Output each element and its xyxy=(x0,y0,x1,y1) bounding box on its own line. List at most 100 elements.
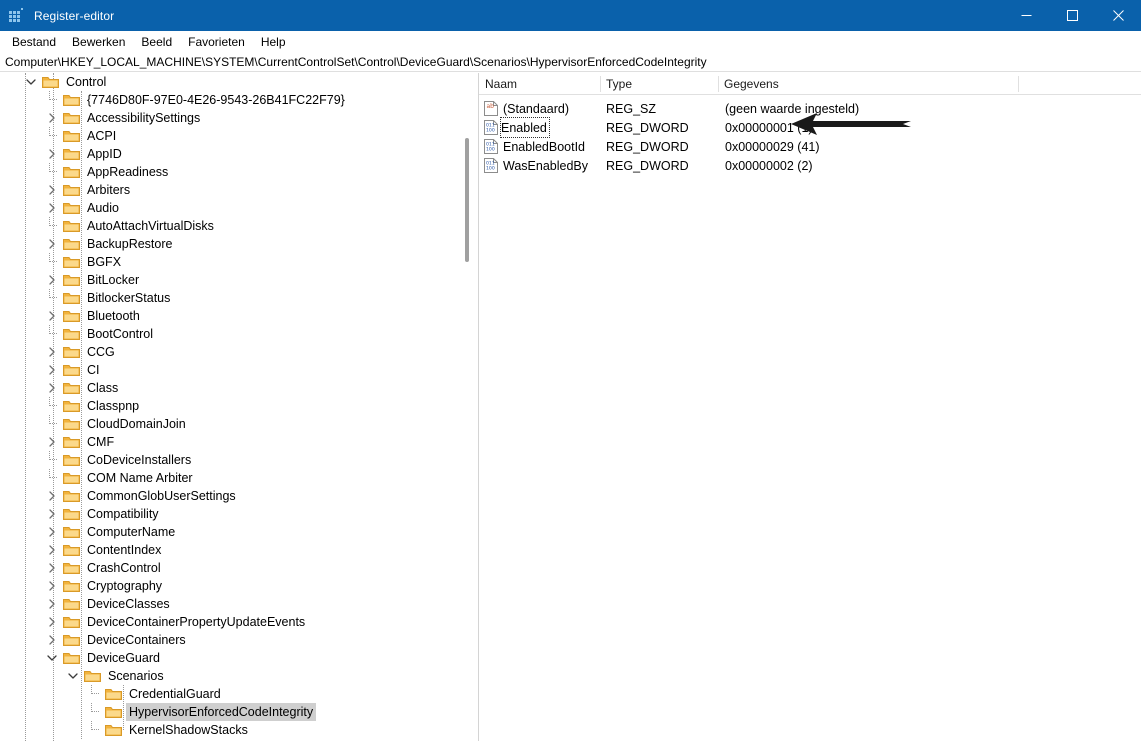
tree-item[interactable]: COM Name Arbiter xyxy=(0,469,455,487)
tree-item[interactable]: BootControl xyxy=(0,325,455,343)
tree-item-label: BGFX xyxy=(87,255,122,269)
tree-item[interactable]: AccessibilitySettings xyxy=(0,109,455,127)
tree-connector xyxy=(49,289,57,298)
tree-item[interactable]: DeviceGuard xyxy=(0,649,455,667)
column-type[interactable]: Type xyxy=(600,73,718,95)
tree-item[interactable]: DeviceClasses xyxy=(0,595,455,613)
tree-item[interactable]: KernelShadowStacks xyxy=(0,721,455,739)
folder-icon xyxy=(63,453,80,467)
column-gegevens[interactable]: Gegevens xyxy=(718,73,1018,95)
tree-item[interactable]: Class xyxy=(0,379,455,397)
tree-item[interactable]: ComputerName xyxy=(0,523,455,541)
tree-item[interactable]: DeviceContainerPropertyUpdateEvents xyxy=(0,613,455,631)
chevron-right-icon[interactable] xyxy=(44,199,60,217)
tree-item[interactable]: ContentIndex xyxy=(0,541,455,559)
value-data: (geen waarde ingesteld) xyxy=(725,101,860,116)
tree-item[interactable]: ACPI xyxy=(0,127,455,145)
menu-bestand[interactable]: Bestand xyxy=(4,33,64,51)
tree-item[interactable]: CMF xyxy=(0,433,455,451)
chevron-right-icon[interactable] xyxy=(44,541,60,559)
menu-favorieten[interactable]: Favorieten xyxy=(180,33,253,51)
tree-item-label: DeviceClasses xyxy=(87,597,170,611)
folder-icon xyxy=(63,273,80,287)
value-row[interactable]: ab (Standaard) REG_SZ (geen waarde ingestel… xyxy=(479,99,1141,118)
tree-item[interactable]: CI xyxy=(0,361,455,379)
chevron-right-icon[interactable] xyxy=(44,631,60,649)
chevron-right-icon[interactable] xyxy=(44,613,60,631)
tree-item[interactable]: Arbiters xyxy=(0,181,455,199)
tree-item[interactable]: Bluetooth xyxy=(0,307,455,325)
registry-tree-pane[interactable]: Control {7746D80F-97E0-4E26-9543-26B41FC2… xyxy=(0,73,455,741)
tree-item[interactable]: AutoAttachVirtualDisks xyxy=(0,217,455,235)
chevron-right-icon[interactable] xyxy=(44,505,60,523)
maximize-button[interactable] xyxy=(1049,0,1095,31)
chevron-right-icon[interactable] xyxy=(44,559,60,577)
close-button[interactable] xyxy=(1095,0,1141,31)
menu-bewerken[interactable]: Bewerken xyxy=(64,33,133,51)
chevron-right-icon[interactable] xyxy=(44,361,60,379)
tree-item-label: CoDeviceInstallers xyxy=(87,453,192,467)
registry-values-pane[interactable]: Naam Type Gegevens ab (Standaard) REG_SZ (g… xyxy=(479,73,1141,741)
tree-item[interactable]: CloudDomainJoin xyxy=(0,415,455,433)
chevron-right-icon[interactable] xyxy=(44,145,60,163)
menu-beeld[interactable]: Beeld xyxy=(133,33,180,51)
chevron-right-icon[interactable] xyxy=(44,595,60,613)
chevron-right-icon[interactable] xyxy=(44,523,60,541)
value-row[interactable]: 011 100 EnabledBootId REG_DWORD 0x00000029 (… xyxy=(479,137,1141,156)
value-row[interactable]: 011 100 Enabled REG_DWORD 0x00000001 (1) xyxy=(479,117,1141,138)
chevron-down-icon[interactable] xyxy=(65,667,81,685)
minimize-button[interactable] xyxy=(1003,0,1049,31)
tree-item[interactable]: {7746D80F-97E0-4E26-9543-26B41FC22F79} xyxy=(0,91,455,109)
tree-item[interactable]: CommonGlobUserSettings xyxy=(0,487,455,505)
svg-text:ab: ab xyxy=(487,103,495,110)
chevron-right-icon[interactable] xyxy=(44,235,60,253)
tree-item[interactable]: BitlockerStatus xyxy=(0,289,455,307)
tree-item[interactable]: AppID xyxy=(0,145,455,163)
chevron-right-icon[interactable] xyxy=(44,181,60,199)
tree-item[interactable]: AppReadiness xyxy=(0,163,455,181)
chevron-right-icon[interactable] xyxy=(44,343,60,361)
tree-item[interactable]: CredentialGuard xyxy=(0,685,455,703)
chevron-right-icon[interactable] xyxy=(44,487,60,505)
tree-item[interactable]: Audio xyxy=(0,199,455,217)
tree-item[interactable]: DeviceContainers xyxy=(0,631,455,649)
tree-item-label: KernelShadowStacks xyxy=(129,723,248,737)
chevron-down-icon[interactable] xyxy=(23,73,39,91)
value-row[interactable]: 011 100 WasEnabledBy REG_DWORD 0x00000002 (2… xyxy=(479,156,1141,175)
chevron-right-icon[interactable] xyxy=(44,109,60,127)
tree-item[interactable]: CrashControl xyxy=(0,559,455,577)
address-bar[interactable]: Computer\HKEY_LOCAL_MACHINE\SYSTEM\Curre… xyxy=(0,52,1141,72)
tree-item[interactable]: Compatibility xyxy=(0,505,455,523)
tree-scrollbar[interactable] xyxy=(459,73,475,741)
tree-item-selected[interactable]: HypervisorEnforcedCodeIntegrity xyxy=(0,703,455,721)
column-naam[interactable]: Naam xyxy=(479,73,600,95)
chevron-right-icon[interactable] xyxy=(44,433,60,451)
folder-icon xyxy=(63,399,80,413)
folder-icon xyxy=(63,597,80,611)
chevron-right-icon[interactable] xyxy=(44,307,60,325)
tree-item[interactable]: CCG xyxy=(0,343,455,361)
svg-text:100: 100 xyxy=(486,166,495,172)
tree-item[interactable]: Control xyxy=(0,73,455,91)
chevron-down-icon[interactable] xyxy=(44,649,60,667)
menu-help[interactable]: Help xyxy=(253,33,294,51)
title-bar: Register-editor xyxy=(0,0,1141,31)
chevron-right-icon[interactable] xyxy=(44,379,60,397)
tree-item[interactable]: Classpnp xyxy=(0,397,455,415)
tree-item[interactable]: Cryptography xyxy=(0,577,455,595)
chevron-right-icon[interactable] xyxy=(44,271,60,289)
tree-item[interactable]: Scenarios xyxy=(0,667,455,685)
tree-scrollbar-thumb[interactable] xyxy=(465,138,469,262)
chevron-right-icon[interactable] xyxy=(44,577,60,595)
registry-tree: Control {7746D80F-97E0-4E26-9543-26B41FC2… xyxy=(0,73,455,741)
tree-item-label: Class xyxy=(87,381,119,395)
folder-icon xyxy=(63,291,80,305)
tree-item[interactable]: BackupRestore xyxy=(0,235,455,253)
tree-item-label: AppID xyxy=(87,147,122,161)
tree-connector xyxy=(91,721,99,730)
tree-item[interactable]: CoDeviceInstallers xyxy=(0,451,455,469)
folder-icon xyxy=(63,147,80,161)
folder-icon xyxy=(63,561,80,575)
tree-item[interactable]: BGFX xyxy=(0,253,455,271)
tree-item[interactable]: BitLocker xyxy=(0,271,455,289)
